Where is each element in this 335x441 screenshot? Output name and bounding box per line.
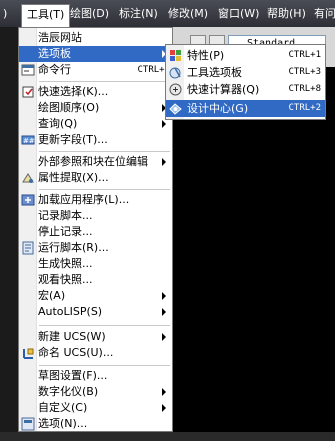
- menu-item-inquiry[interactable]: 查询(Q): [19, 116, 172, 132]
- design-center-icon: [168, 101, 183, 116]
- submenu-arrow-icon: [162, 388, 166, 396]
- menu-help[interactable]: 帮助(H): [265, 5, 308, 23]
- menu-item-label: 数字化仪(B): [38, 385, 99, 398]
- menu-item-load-application[interactable]: 加载应用程序(L)...: [19, 192, 172, 208]
- submenu-arrow-icon: [162, 308, 166, 316]
- menu-question-partial[interactable]: 有问: [312, 5, 335, 23]
- submenu-arrow-icon: [162, 292, 166, 300]
- submenu-item-label: 特性(P): [187, 49, 225, 62]
- menu-item-label: 属性提取(X)...: [38, 171, 109, 184]
- menu-item-palettes[interactable]: 选项板: [19, 46, 172, 62]
- menu-item-draw-order[interactable]: 绘图顺序(O): [19, 100, 172, 116]
- submenu-arrow-icon: [162, 333, 166, 341]
- submenu-item-label: 工具选项板: [187, 66, 242, 79]
- menu-separator: [39, 189, 170, 190]
- options-icon: [21, 417, 35, 431]
- menu-item-label: 观看快照...: [38, 273, 93, 286]
- menu-tools[interactable]: 工具(T): [21, 4, 71, 27]
- run-script-icon: [21, 241, 35, 255]
- submenu-item-shortcut: CTRL+2: [288, 103, 321, 113]
- menu-item-gstarcad-website[interactable]: 浩辰网站: [19, 30, 172, 46]
- submenu-item-label: 快速计算器(Q): [187, 83, 260, 96]
- menu-item-label: 命令行: [38, 63, 71, 76]
- menu-item-macro[interactable]: 宏(A): [19, 288, 172, 304]
- menu-item-label: AutoLISP(S): [38, 305, 103, 318]
- menu-item-run-script[interactable]: 运行脚本(R)...: [19, 240, 172, 256]
- menu-item-drafting-settings[interactable]: 草图设置(F)...: [19, 368, 172, 384]
- menu-item-label: 新建 UCS(W): [38, 330, 106, 343]
- menu-bar: ) 工具(T) 绘图(D) 标注(N) 修改(M) 窗口(W) 帮助(H) 有问: [0, 0, 335, 27]
- menu-item-label: 命名 UCS(U)...: [38, 346, 114, 359]
- menu-item-command-line[interactable]: 命令行 CTRL+9: [19, 62, 172, 78]
- menu-item-label: 宏(A): [38, 289, 66, 302]
- submenu-item-label: 设计中心(G): [187, 102, 249, 115]
- menu-item-record-script[interactable]: 记录脚本...: [19, 208, 172, 224]
- menu-item-label: 查询(Q): [38, 117, 78, 130]
- menu-item-label: 生成快照...: [38, 257, 93, 270]
- svg-text:##: ##: [23, 137, 35, 145]
- menu-item-label: 记录脚本...: [38, 209, 93, 222]
- submenu-arrow-icon: [162, 404, 166, 412]
- menu-item-label: 停止记录...: [38, 225, 93, 238]
- menu-item-label: 运行脚本(R)...: [38, 241, 109, 254]
- menu-modify[interactable]: 修改(M): [166, 5, 210, 23]
- attribute-extract-icon: [21, 171, 35, 185]
- properties-icon: [168, 48, 183, 63]
- menu-item-quick-select[interactable]: 快速选择(K)...: [19, 84, 172, 100]
- menu-item-label: 自定义(C): [38, 401, 88, 414]
- menu-item-label: 快速选择(K)...: [38, 85, 109, 98]
- named-ucs-icon: [21, 346, 35, 360]
- menu-separator: [39, 151, 170, 152]
- menu-item-customize[interactable]: 自定义(C): [19, 400, 172, 416]
- menu-draw[interactable]: 绘图(D): [68, 5, 111, 23]
- submenu-item-shortcut: CTRL+8: [288, 84, 321, 94]
- menu-item-autolisp[interactable]: AutoLISP(S): [19, 304, 172, 320]
- quick-select-icon: [21, 85, 35, 99]
- menu-item-label: 绘图顺序(O): [38, 101, 100, 114]
- submenu-arrow-icon: [162, 158, 166, 166]
- menu-item-label: 浩辰网站: [38, 31, 82, 44]
- menu-item-stop-recording[interactable]: 停止记录...: [19, 224, 172, 240]
- palettes-submenu: 特性(P) CTRL+1 工具选项板 CTRL+3 快速计算器(Q) CTRL+…: [165, 44, 326, 120]
- calculator-icon: [168, 82, 183, 97]
- command-line-icon: [21, 63, 35, 77]
- menu-dimension[interactable]: 标注(N): [117, 5, 160, 23]
- submenu-item-shortcut: CTRL+1: [288, 50, 321, 60]
- status-bar: [0, 432, 335, 441]
- menu-item-label: 外部参照和块在位编辑: [38, 155, 148, 168]
- tool-palette-icon: [168, 65, 183, 80]
- submenu-item-properties[interactable]: 特性(P) CTRL+1: [166, 47, 325, 64]
- menu-item-xref-inplace-edit[interactable]: 外部参照和块在位编辑: [19, 154, 172, 170]
- submenu-item-quick-calculator[interactable]: 快速计算器(Q) CTRL+8: [166, 81, 325, 98]
- submenu-item-design-center[interactable]: 设计中心(G) CTRL+2: [166, 100, 325, 117]
- submenu-item-tool-palettes[interactable]: 工具选项板 CTRL+3: [166, 64, 325, 81]
- menu-item-attribute-extract[interactable]: 属性提取(X)...: [19, 170, 172, 186]
- menu-item-tablet[interactable]: 数字化仪(B): [19, 384, 172, 400]
- menu-separator: [39, 365, 170, 366]
- menu-edit-partial[interactable]: ): [1, 5, 9, 23]
- menu-item-label: 选项板: [38, 47, 71, 60]
- menu-item-named-ucs[interactable]: 命名 UCS(U)...: [19, 345, 172, 361]
- submenu-item-shortcut: CTRL+3: [288, 67, 321, 77]
- menu-window[interactable]: 窗口(W): [216, 5, 261, 23]
- left-dock: [0, 27, 20, 441]
- menu-item-view-snapshot[interactable]: 观看快照...: [19, 272, 172, 288]
- menu-item-save-snapshot[interactable]: 生成快照...: [19, 256, 172, 272]
- menu-item-options[interactable]: 选项(N)...: [19, 416, 172, 432]
- load-app-icon: [21, 193, 35, 207]
- submenu-arrow-icon: [162, 120, 166, 128]
- menu-item-label: 草图设置(F)...: [38, 369, 108, 382]
- menu-separator: [39, 325, 170, 326]
- tools-menu-dropdown: 浩辰网站 选项板 命令行 CTRL+9 快速选择(K)... 绘图顺序(O) 查…: [18, 27, 173, 432]
- menu-item-label: 选项(N)...: [38, 417, 88, 430]
- menu-separator: [39, 81, 170, 82]
- update-field-icon: ##: [21, 133, 35, 147]
- menu-item-update-fields[interactable]: ## 更新字段(T)...: [19, 132, 172, 148]
- menu-item-label: 加载应用程序(L)...: [38, 193, 130, 206]
- menu-item-new-ucs[interactable]: 新建 UCS(W): [19, 329, 172, 345]
- menu-item-label: 更新字段(T)...: [38, 133, 108, 146]
